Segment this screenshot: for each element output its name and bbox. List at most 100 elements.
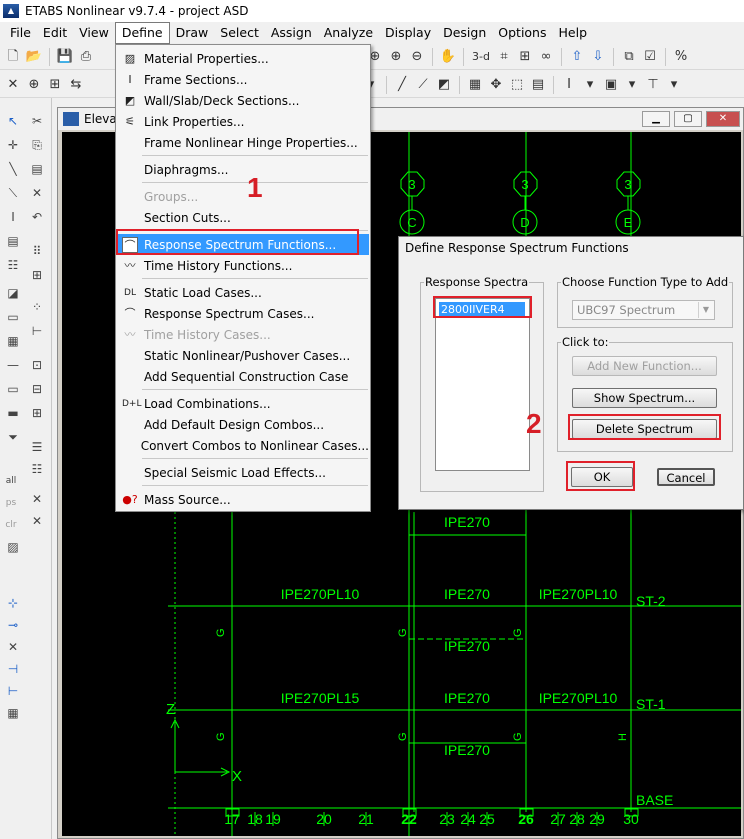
spectra-listbox[interactable]: 2800IIVER4 [435, 298, 530, 471]
menu-assign[interactable]: Assign [265, 22, 318, 44]
menu-view[interactable]: View [73, 22, 115, 44]
set-display-icon[interactable]: ☑ [641, 48, 659, 66]
snap-to-grid-icon[interactable]: ▦ [4, 704, 22, 722]
open-file-icon[interactable]: 📂 [25, 48, 43, 66]
percent-icon[interactable]: % [672, 48, 690, 66]
draw-area-icon[interactable]: ◩ [435, 76, 453, 94]
menu-draw[interactable]: Draw [170, 22, 215, 44]
dim-x-icon[interactable]: ✕ [28, 490, 46, 508]
draw-line-icon[interactable]: ╱ [393, 76, 411, 94]
display-icon[interactable]: ▣ [602, 76, 620, 94]
spring-icon[interactable]: ⇆ [67, 76, 85, 94]
deck-tool-icon[interactable]: ▦ [4, 332, 22, 350]
pointer-icon[interactable]: ↖ [4, 112, 22, 130]
snap-parallel-icon[interactable]: ☷ [28, 460, 46, 478]
menu-pushover-cases[interactable]: Static Nonlinear/Pushover Cases... [117, 345, 369, 366]
snap-line-icon[interactable]: ⊞ [28, 404, 46, 422]
maximize-button[interactable]: ▢ [674, 111, 702, 127]
snap-to-intersect-icon[interactable]: ✕ [4, 638, 22, 656]
delete-icon[interactable]: ✕ [28, 184, 46, 202]
dropdown-arrow-icon[interactable]: ▾ [665, 76, 683, 94]
grid-icon[interactable]: ▦ [466, 76, 484, 94]
menu-diaphragms[interactable]: Diaphragms... [117, 159, 369, 180]
opening-tool-icon[interactable]: ◪ [4, 284, 22, 302]
wall-tool-icon[interactable]: ☷ [4, 256, 22, 274]
menu-define[interactable]: Define [114, 22, 170, 44]
menu-edit[interactable]: Edit [37, 22, 73, 44]
ref-line-icon[interactable]: ▭ [4, 380, 22, 398]
snap-grid-icon[interactable]: ✥ [487, 76, 505, 94]
column-tool-icon[interactable]: I [4, 208, 22, 226]
snap-to-point-icon[interactable]: ⊹ [4, 594, 22, 612]
minimize-button[interactable]: ▁ [642, 111, 670, 127]
draw-point-icon[interactable]: ✛ [4, 136, 22, 154]
select-icon[interactable]: ⬚ [508, 76, 526, 94]
area-tool-icon[interactable]: ▤ [4, 232, 22, 250]
zoom-out-icon[interactable]: ⊖ [408, 48, 426, 66]
snap-to-end-icon[interactable]: ⊸ [4, 616, 22, 634]
snap-points-icon[interactable]: ⠿ [28, 242, 46, 260]
hatch-icon[interactable]: ▨ [4, 538, 22, 556]
menu-wall-slab-deck-sections[interactable]: ◩ Wall/Slab/Deck Sections... [117, 90, 369, 111]
dim-tick-icon[interactable]: ✕ [28, 512, 46, 530]
dropdown-arrow-icon[interactable]: ▾ [581, 76, 599, 94]
function-type-select[interactable]: UBC97 Spectrum ▼ [572, 300, 715, 320]
ref-plane-icon[interactable]: ▬ [4, 404, 22, 422]
snap-icon[interactable]: ⊕ [25, 76, 43, 94]
snap-intersect-icon[interactable]: ⁘ [28, 298, 46, 316]
save-icon[interactable]: 💾 [56, 48, 74, 66]
move-down-icon[interactable]: ⇩ [589, 48, 607, 66]
dropdown-arrow-icon[interactable]: ▾ [623, 76, 641, 94]
menu-select[interactable]: Select [214, 22, 265, 44]
draw-brace-tool-icon[interactable]: ⟍ [4, 184, 22, 202]
draw-line-tool-icon[interactable]: ╲ [4, 160, 22, 178]
print-icon[interactable]: ⎙ [77, 48, 95, 66]
menu-display[interactable]: Display [379, 22, 437, 44]
menu-time-history-cases[interactable]: 〰 Time History Cases... [117, 324, 369, 345]
menu-help[interactable]: Help [553, 22, 594, 44]
menu-sequential-construction[interactable]: Add Sequential Construction Case [117, 366, 369, 387]
snap-to-line-icon[interactable]: ⊢ [4, 682, 22, 700]
move-up-icon[interactable]: ⇧ [568, 48, 586, 66]
menu-file[interactable]: File [4, 22, 37, 44]
rotate-view-icon[interactable]: ∞ [537, 48, 555, 66]
draw-brace-icon[interactable]: ⟋ [414, 76, 432, 94]
copy-icon[interactable]: ⎘ [28, 136, 46, 154]
pan-icon[interactable]: ✋ [439, 48, 457, 66]
menu-time-history-functions[interactable]: 〰 Time History Functions... [117, 255, 369, 276]
ps-select-icon[interactable]: ps [2, 494, 20, 512]
funnel-icon[interactable]: ⏷ [4, 428, 22, 446]
menu-design[interactable]: Design [437, 22, 492, 44]
i-beam-icon[interactable]: I [560, 76, 578, 94]
all-select-icon[interactable]: all [2, 472, 20, 490]
menu-static-load-cases[interactable]: DL Static Load Cases... [117, 282, 369, 303]
slab-tool-icon[interactable]: ▭ [4, 308, 22, 326]
close-button[interactable]: ✕ [706, 111, 740, 127]
snap-grid-tool-icon[interactable]: ⊞ [28, 266, 46, 284]
snap-to-perp-icon[interactable]: ⊣ [4, 660, 22, 678]
menu-response-spectrum-cases[interactable]: ⌒ Response Spectrum Cases... [117, 303, 369, 324]
menu-convert-combos[interactable]: Convert Combos to Nonlinear Cases... [117, 435, 369, 456]
undo-icon[interactable]: ↶ [28, 208, 46, 226]
menu-default-design-combos[interactable]: Add Default Design Combos... [117, 414, 369, 435]
restraint-icon[interactable]: ⊞ [46, 76, 64, 94]
menu-groups[interactable]: Groups... [117, 186, 369, 207]
show-spectrum-button[interactable]: Show Spectrum... [572, 388, 717, 408]
zoom-in-icon[interactable]: ⊕ [387, 48, 405, 66]
plan-view-icon[interactable]: ⌗ [495, 48, 513, 66]
menu-frame-sections[interactable]: I Frame Sections... [117, 69, 369, 90]
snap-mid-icon[interactable]: ⊡ [28, 356, 46, 374]
snap-end-icon[interactable]: ⊟ [28, 380, 46, 398]
menu-special-seismic[interactable]: Special Seismic Load Effects... [117, 462, 369, 483]
menu-material-properties[interactable]: ▨ Material Properties... [117, 48, 369, 69]
view-3d-button[interactable]: 3-d [470, 48, 492, 66]
object-shrink-icon[interactable]: ⧉ [620, 48, 638, 66]
cut-icon[interactable]: ✂ [28, 112, 46, 130]
add-new-function-button[interactable]: Add New Function... [572, 356, 717, 376]
menu-section-cuts[interactable]: Section Cuts... [117, 207, 369, 228]
dim-tool-icon[interactable]: — [4, 356, 22, 374]
cross-icon[interactable]: ✕ [4, 76, 22, 94]
new-file-icon[interactable]: 🗋 [4, 48, 22, 66]
filter-icon[interactable]: ⊤ [644, 76, 662, 94]
select-all-icon[interactable]: ▤ [529, 76, 547, 94]
